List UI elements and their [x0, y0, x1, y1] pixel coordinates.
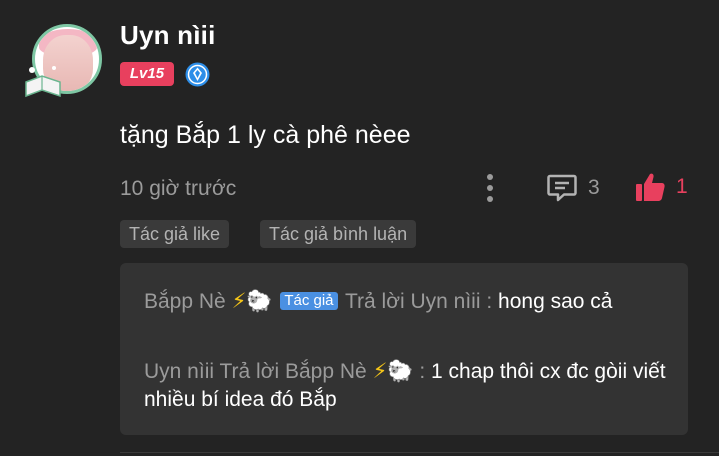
reply-button[interactable]: 3 — [546, 172, 600, 204]
tag-author-commented: Tác giả bình luận — [260, 220, 417, 248]
reply-action: Trả lời Bắpp Nè — [219, 360, 367, 383]
reply-action: Trả lời Uyn nìii : — [345, 290, 493, 313]
verified-diamond-icon — [185, 62, 210, 87]
lightning-icon: ⚡ — [231, 289, 247, 313]
reply-item[interactable]: Bắpp Nè ⚡🐑 Tác giả Trả lời Uyn nìii : ho… — [144, 287, 674, 316]
comment-icon — [547, 174, 577, 202]
more-vertical-icon[interactable] — [480, 172, 500, 204]
divider — [120, 452, 719, 453]
reply-author[interactable]: Bắpp Nè — [144, 290, 226, 313]
like-count: 1 — [676, 175, 688, 198]
lightning-icon: ⚡ — [372, 359, 388, 383]
thumbs-up-icon — [636, 173, 665, 201]
reply-author[interactable]: Uyn nìii — [144, 360, 214, 383]
replies-box[interactable]: Bắpp Nè ⚡🐑 Tác giả Trả lời Uyn nìii : ho… — [120, 263, 688, 435]
reply-content: hong sao cả — [498, 290, 613, 313]
book-frame-icon — [25, 66, 61, 98]
reply-count: 3 — [588, 176, 600, 199]
avatar[interactable] — [24, 22, 108, 98]
username[interactable]: Uyn nìii — [120, 20, 216, 51]
tag-author-liked: Tác giả like — [120, 220, 230, 248]
reply-item[interactable]: Uyn nìii Trả lời Bắpp Nè ⚡🐑 : 1 chap thô… — [144, 357, 674, 414]
reply-action-colon: : — [419, 360, 426, 383]
level-badge: Lv15 — [120, 62, 174, 86]
sheep-icon: 🐑 — [387, 359, 414, 383]
sheep-icon: 🐑 — [246, 289, 273, 313]
comment-text: tặng Bắp 1 ly cà phê nèee — [120, 121, 411, 149]
comment-timestamp: 10 giờ trước — [120, 177, 237, 200]
like-button[interactable]: 1 — [634, 170, 688, 204]
author-badge: Tác giả — [280, 292, 338, 310]
